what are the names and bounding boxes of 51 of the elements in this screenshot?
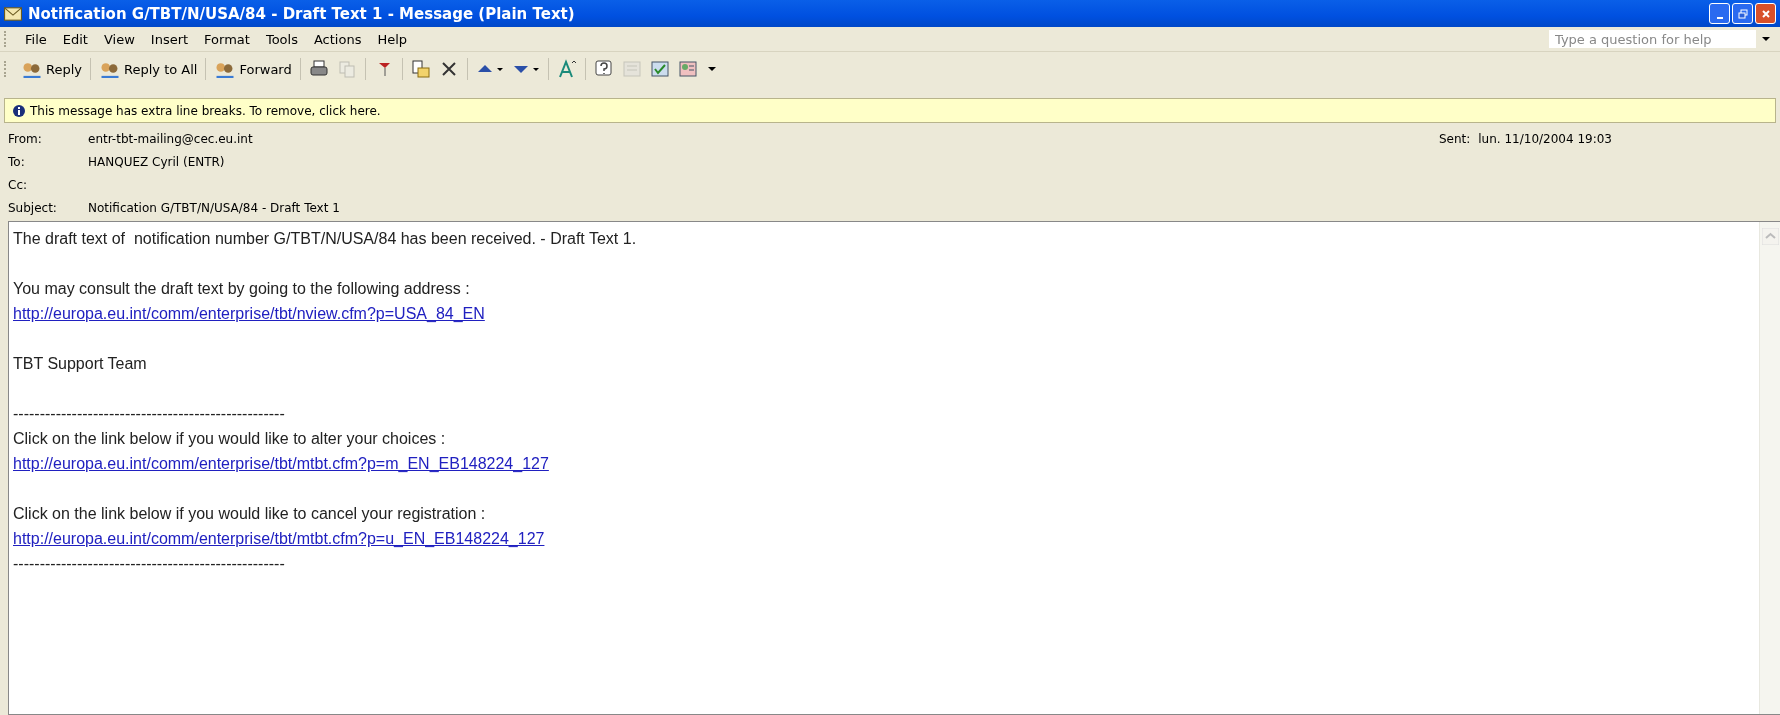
body-text: The draft text of notification number G/TBT/N/USA/84 has been received. - Draft Text 1. [13, 229, 638, 249]
envelope-icon [4, 6, 22, 21]
body-text: Click on the link below if you would like to alter your choices : [13, 429, 447, 449]
menu-item[interactable]: Insert [142, 31, 197, 47]
close-icon [1760, 8, 1771, 19]
header-label: Cc: [8, 177, 29, 192]
restore-button[interactable] [1732, 3, 1753, 24]
body-text: Click on the link below if you would like to cancel your registration : [13, 504, 487, 524]
toolbar-button[interactable]: Reply to All [95, 58, 202, 80]
toolbar-grip[interactable] [4, 61, 9, 77]
body-link[interactable]: http://europa.eu.int/comm/enterprise/tbt/nview.cfm?p=USA_84_EN [13, 305, 485, 322]
scrollbar[interactable] [1759, 222, 1780, 714]
info-bar-text: This message has extra line breaks. To remove, click here. [30, 103, 381, 118]
info-icon [13, 104, 25, 117]
menu-item[interactable]: View [95, 31, 143, 47]
toolbar-grip[interactable] [4, 31, 9, 47]
minimize-button[interactable] [1709, 3, 1730, 24]
header-value: Notification G/TBT/N/USA/84 - Draft Text 1 [88, 200, 340, 215]
menu-item[interactable]: Help [369, 31, 416, 47]
message-body[interactable] [8, 221, 1780, 715]
window-title: Notification G/TBT/N/USA/84 - Draft Text 1 - Message (Plain Text) [28, 4, 575, 23]
body-link[interactable]: http://europa.eu.int/comm/enterprise/tbt/mtbt.cfm?p=m_EN_EB148224_127 [13, 455, 549, 472]
people-icon [99, 60, 121, 78]
help-search-field[interactable]: Type a question for help [1549, 30, 1756, 48]
header-value: HANQUEZ Cyril (ENTR) [88, 154, 225, 169]
body-text: --------------------------------------------------- [13, 554, 286, 574]
toolbar-options-caret-icon[interactable] [707, 67, 716, 71]
header-label: Subject: [8, 200, 58, 215]
sent-label: Sent: [1438, 131, 1471, 146]
toolbar-button[interactable]: Reply [17, 58, 86, 80]
caret-icon[interactable] [1762, 37, 1770, 41]
header-label: To: [8, 154, 26, 169]
menu-item[interactable]: Actions [305, 31, 370, 47]
body-link[interactable]: http://europa.eu.int/comm/enterprise/tbt/mtbt.cfm?p=u_EN_EB148224_127 [13, 530, 545, 547]
body-text: --------------------------------------------------- [13, 404, 286, 424]
minimize-icon [1716, 16, 1723, 19]
menu-item[interactable]: Edit [54, 31, 96, 47]
menu-item[interactable]: Tools [257, 31, 306, 47]
people-icon [214, 60, 237, 78]
toolbar-button[interactable]: Forward [210, 58, 296, 80]
header-value: entr-tbt-mailing@cec.eu.int [88, 131, 253, 146]
people-icon [21, 60, 43, 78]
body-text: TBT Support Team [13, 354, 148, 374]
header-label: From: [8, 131, 43, 146]
menu-item[interactable]: File [17, 31, 55, 47]
info-bar[interactable]: This message has extra line breaks. To remove, click here. [4, 98, 1776, 123]
close-button[interactable] [1755, 3, 1776, 24]
sent-value: lun. 11/10/2004 19:03 [1478, 131, 1612, 146]
menu-item[interactable]: Format [196, 31, 258, 47]
restore-icon [1737, 8, 1748, 19]
body-text: You may consult the draft text by going to the following address : [13, 279, 471, 299]
